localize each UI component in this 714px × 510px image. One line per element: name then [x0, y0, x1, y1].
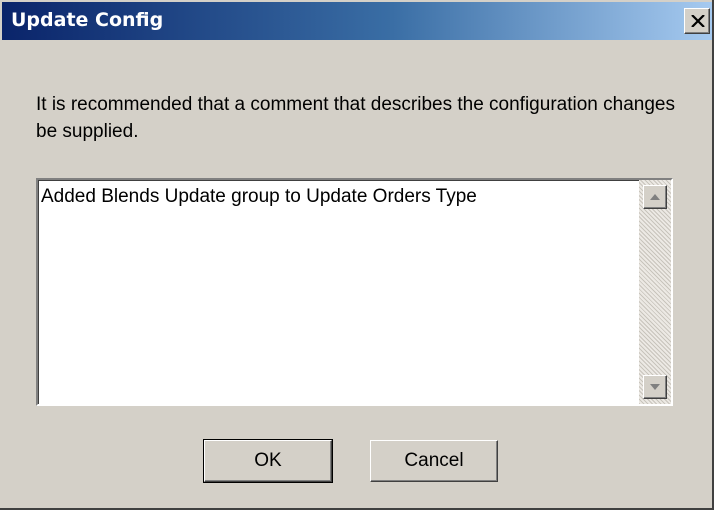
- title-bar[interactable]: Update Config: [2, 2, 712, 40]
- instruction-message: It is recommended that a comment that de…: [36, 94, 675, 142]
- comment-textarea[interactable]: Added Blends Update group to Update Orde…: [36, 178, 673, 406]
- update-config-dialog: Update Config It is recommended that a c…: [0, 0, 714, 510]
- close-icon: [691, 15, 705, 27]
- arrow-down-icon: [650, 384, 660, 390]
- close-button[interactable]: [684, 8, 710, 34]
- cancel-button[interactable]: Cancel: [370, 440, 498, 482]
- vertical-scrollbar[interactable]: [639, 180, 671, 404]
- ok-button[interactable]: OK: [203, 439, 333, 483]
- scroll-up-button[interactable]: [643, 185, 667, 209]
- scroll-down-button[interactable]: [643, 375, 667, 399]
- arrow-up-icon: [650, 194, 660, 200]
- window-title: Update Config: [11, 9, 164, 31]
- comment-text[interactable]: Added Blends Update group to Update Orde…: [41, 186, 477, 208]
